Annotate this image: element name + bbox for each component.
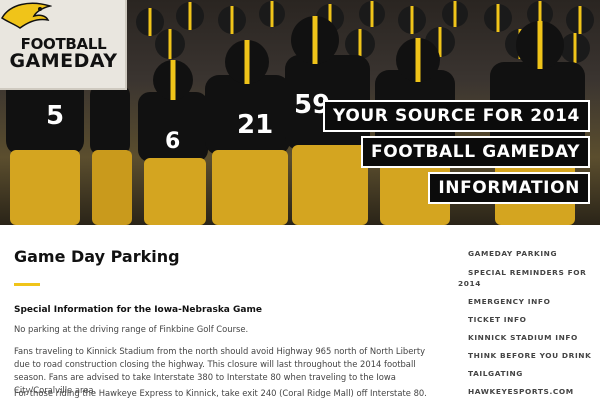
logo-text-line2: GAMEDAY: [9, 50, 118, 72]
sidebar-item-think-before-you-drink[interactable]: THINK BEFORE YOU DRINK: [458, 350, 591, 361]
tagline-line2: FOOTBALL GAMEDAY: [360, 136, 590, 168]
jersey-number: 21: [237, 110, 273, 140]
tagline-line3: INFORMATION: [428, 172, 590, 204]
tagline-line1: YOUR SOURCE FOR 2014: [323, 100, 590, 132]
hero-banner: 5 6 21 59 FOOTBALL GAMEDAY YOUR SOURCE F…: [0, 0, 600, 225]
paragraph: For those riding the Hawkeye Express to …: [14, 388, 427, 398]
jersey-number: 5: [46, 101, 64, 131]
sidebar-item-hawkeyesports[interactable]: HAWKEYESPORTS.COM: [458, 386, 574, 397]
jersey-number: 6: [165, 129, 180, 154]
sidebar-item-ticket-info[interactable]: TICKET INFO: [458, 314, 526, 325]
sidebar-item-special-reminders[interactable]: SPECIAL REMINDERS FOR 2014: [458, 267, 586, 289]
sidebar-item-emergency-info[interactable]: EMERGENCY INFO: [458, 296, 550, 307]
paragraph: No parking at the driving range of Finkb…: [14, 324, 249, 334]
main-content: Game Day Parking Special Information for…: [14, 225, 434, 400]
site-logo[interactable]: FOOTBALL GAMEDAY: [0, 0, 127, 90]
title-underline: [14, 283, 40, 286]
sidebar-item-gameday-parking[interactable]: GAMEDAY PARKING: [458, 248, 557, 259]
section-heading: Special Information for the Iowa-Nebrask…: [14, 305, 262, 315]
hawkeye-logo-icon: [1, 2, 52, 29]
sidebar-item-tailgating[interactable]: TAILGATING: [458, 368, 523, 379]
page-title: Game Day Parking: [14, 247, 180, 266]
sidebar-item-kinnick-stadium-info[interactable]: KINNICK STADIUM INFO: [458, 332, 578, 343]
